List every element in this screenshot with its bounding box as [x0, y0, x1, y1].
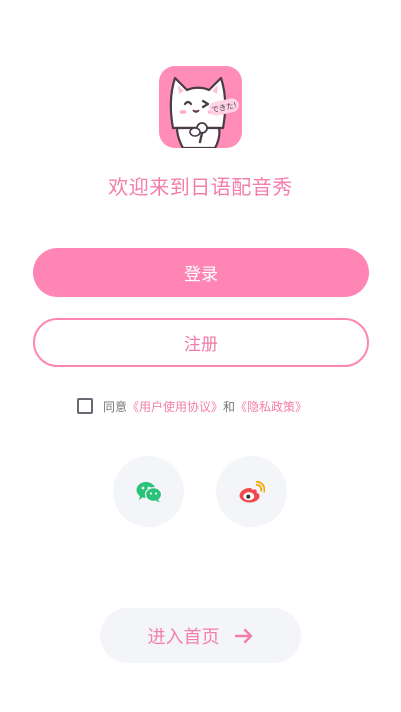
agreement-prefix: 同意: [103, 399, 128, 414]
enter-home-label: 进入首页: [147, 626, 220, 648]
enter-home-button[interactable]: 进入首页: [100, 608, 301, 663]
agreement-row: 同意 《用户使用协议》 和 《隐私政策》: [77, 396, 307, 416]
login-button[interactable]: 登录: [33, 248, 369, 297]
arrow-right-icon: [234, 628, 254, 644]
register-button[interactable]: 注册: [33, 318, 369, 367]
wechat-login-button[interactable]: [113, 456, 184, 527]
weibo-login-button[interactable]: [216, 456, 287, 527]
welcome-title: 欢迎来到日语配音秀: [108, 175, 293, 199]
agreement-conjunction: 和: [223, 399, 236, 414]
privacy-policy-link[interactable]: 《隐私政策》: [235, 398, 307, 415]
agreement-checkbox[interactable]: [77, 398, 93, 414]
user-agreement-link[interactable]: 《用户使用协议》: [127, 398, 223, 415]
weibo-icon: [239, 480, 265, 502]
app-logo: できた!: [159, 66, 242, 148]
cat-mascot-icon: できた!: [169, 76, 239, 148]
wechat-icon: [136, 481, 162, 502]
